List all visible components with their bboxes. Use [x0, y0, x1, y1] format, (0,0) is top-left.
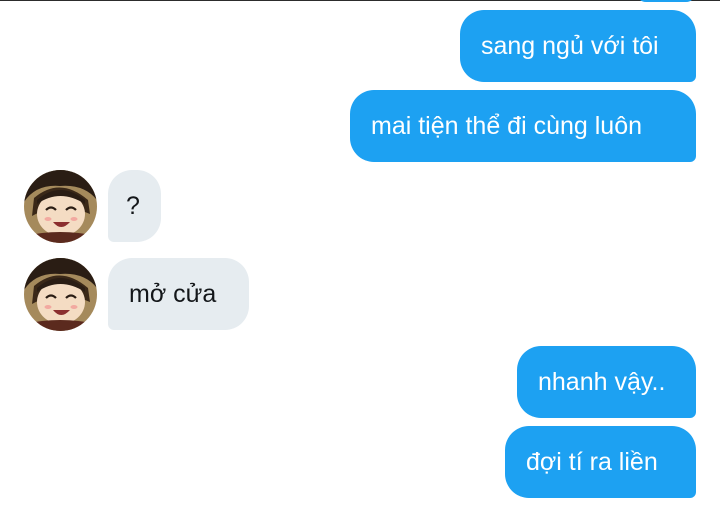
outgoing-message-bubble[interactable]: mai tiện thể đi cùng luôn — [350, 90, 696, 162]
message-text: mai tiện thể đi cùng luôn — [371, 112, 643, 140]
message-text: mở cửa — [129, 280, 217, 308]
contact-avatar[interactable] — [24, 170, 97, 243]
previous-message-bubble[interactable] — [636, 0, 696, 2]
outgoing-message-bubble[interactable]: nhanh vậy.. — [517, 346, 696, 418]
incoming-message-bubble[interactable]: mở cửa — [108, 258, 249, 330]
contact-avatar[interactable] — [24, 258, 97, 331]
message-text: nhanh vậy.. — [538, 368, 666, 396]
message-text: đợi tí ra liền — [526, 448, 658, 476]
top-divider — [0, 0, 720, 1]
outgoing-message-bubble[interactable]: đợi tí ra liền — [505, 426, 696, 498]
outgoing-message-bubble[interactable]: sang ngủ với tôi — [460, 10, 696, 82]
incoming-message-bubble[interactable]: ? — [108, 170, 161, 242]
chat-screen: sang ngủ với tôi mai tiện thể đi cùng lu… — [0, 0, 720, 516]
message-text: ? — [126, 192, 140, 220]
anime-character-avatar-icon — [24, 170, 97, 243]
message-text: sang ngủ với tôi — [481, 32, 659, 60]
anime-character-avatar-icon — [24, 258, 97, 331]
